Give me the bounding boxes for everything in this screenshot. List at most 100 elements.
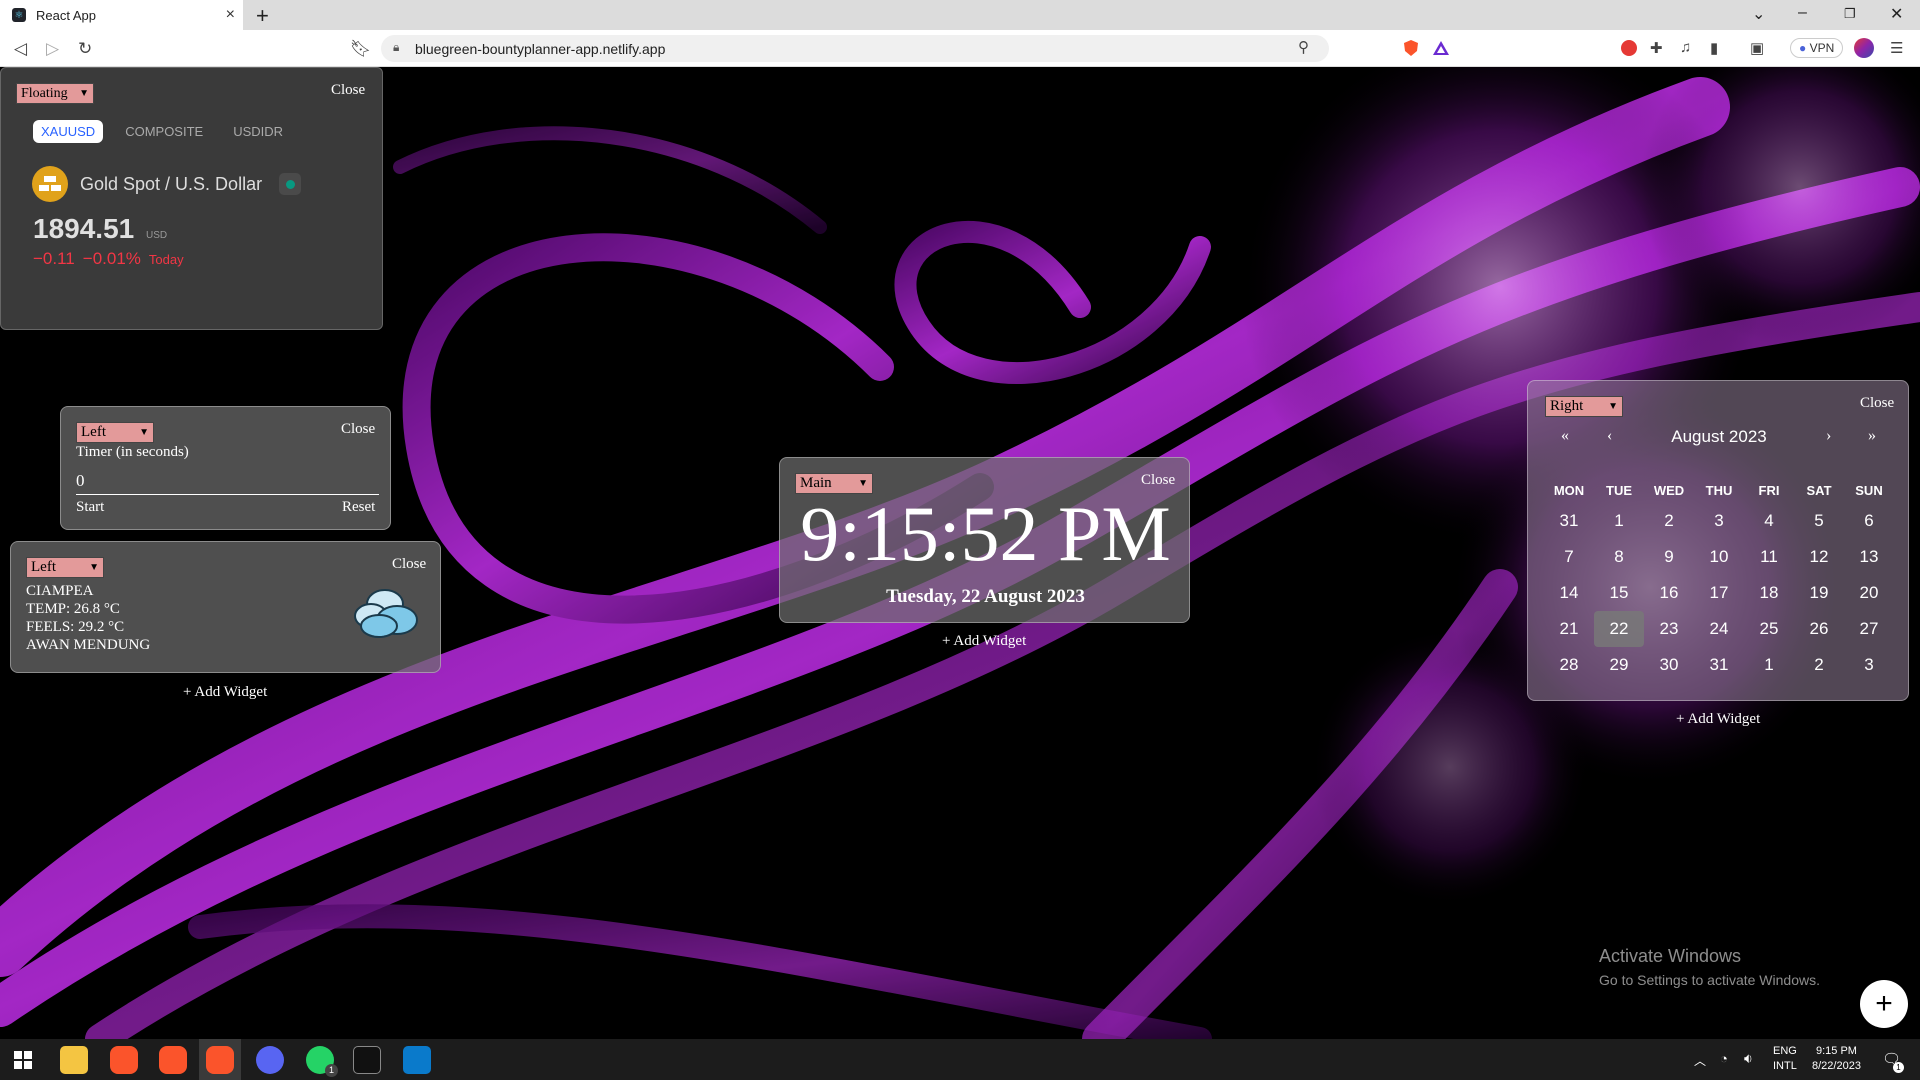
wallet-icon[interactable]: ▣ <box>1750 39 1764 57</box>
calendar-day[interactable]: 18 <box>1744 575 1794 611</box>
forward-icon[interactable]: ▷ <box>46 39 59 59</box>
calendar-day[interactable]: 24 <box>1694 611 1744 647</box>
close-window-button[interactable]: ✕ <box>1890 4 1903 24</box>
calendar-day[interactable]: 6 <box>1844 503 1894 539</box>
close-button[interactable]: Close <box>1141 472 1175 489</box>
calendar-day[interactable]: 7 <box>1544 539 1594 575</box>
calendar-day[interactable]: 26 <box>1794 611 1844 647</box>
position-select[interactable]: Left ▼ <box>26 557 104 578</box>
calendar-day[interactable]: 25 <box>1744 611 1794 647</box>
calendar-day[interactable]: 13 <box>1844 539 1894 575</box>
calendar-day[interactable]: 2 <box>1644 503 1694 539</box>
minimize-button[interactable]: – <box>1798 4 1807 22</box>
windows-start-icon[interactable] <box>14 1051 32 1074</box>
vscode-icon[interactable] <box>403 1046 431 1074</box>
tray-chevron-icon[interactable]: ︿ <box>1694 1052 1706 1069</box>
bookmark-icon[interactable]: 🔖︎ <box>350 39 372 59</box>
calendar-day[interactable]: 31 <box>1694 647 1744 683</box>
wifi-icon[interactable]: ◔ <box>1720 1051 1728 1066</box>
add-fab-button[interactable]: + <box>1860 980 1908 1028</box>
extension-red-icon[interactable] <box>1620 39 1638 61</box>
calendar-day[interactable]: 9 <box>1644 539 1694 575</box>
add-widget-main[interactable]: + Add Widget <box>942 633 1026 650</box>
position-select[interactable]: Floating ▼ <box>16 83 94 104</box>
calendar-day-selected[interactable]: 22 <box>1594 611 1644 647</box>
gold-bars-icon <box>32 166 68 202</box>
file-explorer-icon[interactable] <box>60 1046 88 1074</box>
close-button[interactable]: Close <box>331 82 365 99</box>
browser-tab[interactable]: ⚛ React App × <box>0 0 243 30</box>
language-indicator[interactable]: ENG INTL <box>1773 1044 1797 1074</box>
calendar-day[interactable]: 3 <box>1844 647 1894 683</box>
media-icon[interactable]: ♫ <box>1680 39 1691 56</box>
calendar-day[interactable]: 8 <box>1594 539 1644 575</box>
terminal-icon[interactable] <box>353 1046 381 1074</box>
calendar-day[interactable]: 11 <box>1744 539 1794 575</box>
brave-nightly-icon[interactable] <box>206 1046 234 1074</box>
calendar-day[interactable]: 3 <box>1694 503 1744 539</box>
url-bar[interactable]: 🔒︎ bluegreen-bountyplanner-app.netlify.a… <box>381 35 1329 62</box>
profile-avatar[interactable] <box>1854 38 1874 58</box>
calendar-day[interactable]: 20 <box>1844 575 1894 611</box>
start-button[interactable]: Start <box>76 499 104 516</box>
discord-icon[interactable] <box>256 1046 284 1074</box>
menu-icon[interactable]: ☰ <box>1890 39 1903 57</box>
calendar-week-row: 21 22 23 24 25 26 27 <box>1544 611 1894 647</box>
extensions-puzzle-icon[interactable]: ✚ <box>1650 39 1663 57</box>
sidebar-icon[interactable]: ▮ <box>1710 39 1718 57</box>
timer-input[interactable]: 0 <box>76 471 379 495</box>
month-label[interactable]: August 2023 <box>1528 427 1910 447</box>
position-select[interactable]: Right ▼ <box>1545 396 1623 417</box>
close-button[interactable]: Close <box>392 556 426 573</box>
calendar-day[interactable]: 30 <box>1644 647 1694 683</box>
tab-search-icon[interactable]: ⌄ <box>1752 4 1765 24</box>
calendar-day[interactable]: 29 <box>1594 647 1644 683</box>
next-year-button[interactable]: » <box>1868 427 1876 445</box>
activate-windows-title: Activate Windows <box>1599 946 1742 966</box>
taskbar-clock[interactable]: 9:15 PM 8/22/2023 <box>1812 1044 1861 1074</box>
symbol-name: Gold Spot / U.S. Dollar <box>80 174 263 194</box>
calendar-day[interactable]: 2 <box>1794 647 1844 683</box>
calendar-day[interactable]: 31 <box>1544 503 1594 539</box>
calendar-day[interactable]: 14 <box>1544 575 1594 611</box>
brave-icon[interactable] <box>159 1046 187 1074</box>
calendar-day[interactable]: 1 <box>1744 647 1794 683</box>
vpn-button[interactable]: ● VPN <box>1790 38 1844 58</box>
calendar-day[interactable]: 23 <box>1644 611 1694 647</box>
tab-close-icon[interactable]: × <box>226 6 235 24</box>
calendar-day[interactable]: 4 <box>1744 503 1794 539</box>
market-status-icon[interactable] <box>279 173 301 195</box>
calendar-day[interactable]: 21 <box>1544 611 1594 647</box>
close-button[interactable]: Close <box>341 421 375 438</box>
add-widget-left[interactable]: + Add Widget <box>183 684 267 701</box>
calendar-day[interactable]: 10 <box>1694 539 1744 575</box>
new-tab-button[interactable]: + <box>256 3 269 29</box>
next-month-button[interactable]: › <box>1826 427 1831 445</box>
brave-rewards-icon[interactable] <box>1432 39 1450 61</box>
location-icon[interactable]: ⚲ <box>1298 38 1309 56</box>
reload-icon[interactable]: ↻ <box>78 39 92 59</box>
brave-shields-icon[interactable] <box>1402 39 1420 61</box>
volume-icon[interactable]: 🔉︎ <box>1744 1050 1753 1067</box>
back-icon[interactable]: ◁ <box>14 39 27 59</box>
calendar-day[interactable]: 27 <box>1844 611 1894 647</box>
tab-composite[interactable]: COMPOSITE <box>117 120 211 143</box>
position-select[interactable]: Left ▼ <box>76 422 154 443</box>
calendar-day[interactable]: 16 <box>1644 575 1694 611</box>
calendar-day[interactable]: 5 <box>1794 503 1844 539</box>
calendar-day[interactable]: 15 <box>1594 575 1644 611</box>
brave-beta-icon[interactable] <box>110 1046 138 1074</box>
tab-usdidr[interactable]: USDIDR <box>225 120 291 143</box>
add-widget-right[interactable]: + Add Widget <box>1676 711 1760 728</box>
calendar-day[interactable]: 17 <box>1694 575 1744 611</box>
calendar-week-row: 14 15 16 17 18 19 20 <box>1544 575 1894 611</box>
calendar-day[interactable]: 19 <box>1794 575 1844 611</box>
calendar-day[interactable]: 28 <box>1544 647 1594 683</box>
maximize-button[interactable]: ❐ <box>1844 6 1856 22</box>
reset-button[interactable]: Reset <box>342 499 375 516</box>
calendar-day[interactable]: 12 <box>1794 539 1844 575</box>
calendar-day[interactable]: 1 <box>1594 503 1644 539</box>
tab-xauusd[interactable]: XAUUSD <box>33 120 104 143</box>
close-button[interactable]: Close <box>1860 395 1894 412</box>
gold-price-widget: Floating ▼ Close XAUUSD COMPOSITE USDIDR … <box>0 67 383 330</box>
